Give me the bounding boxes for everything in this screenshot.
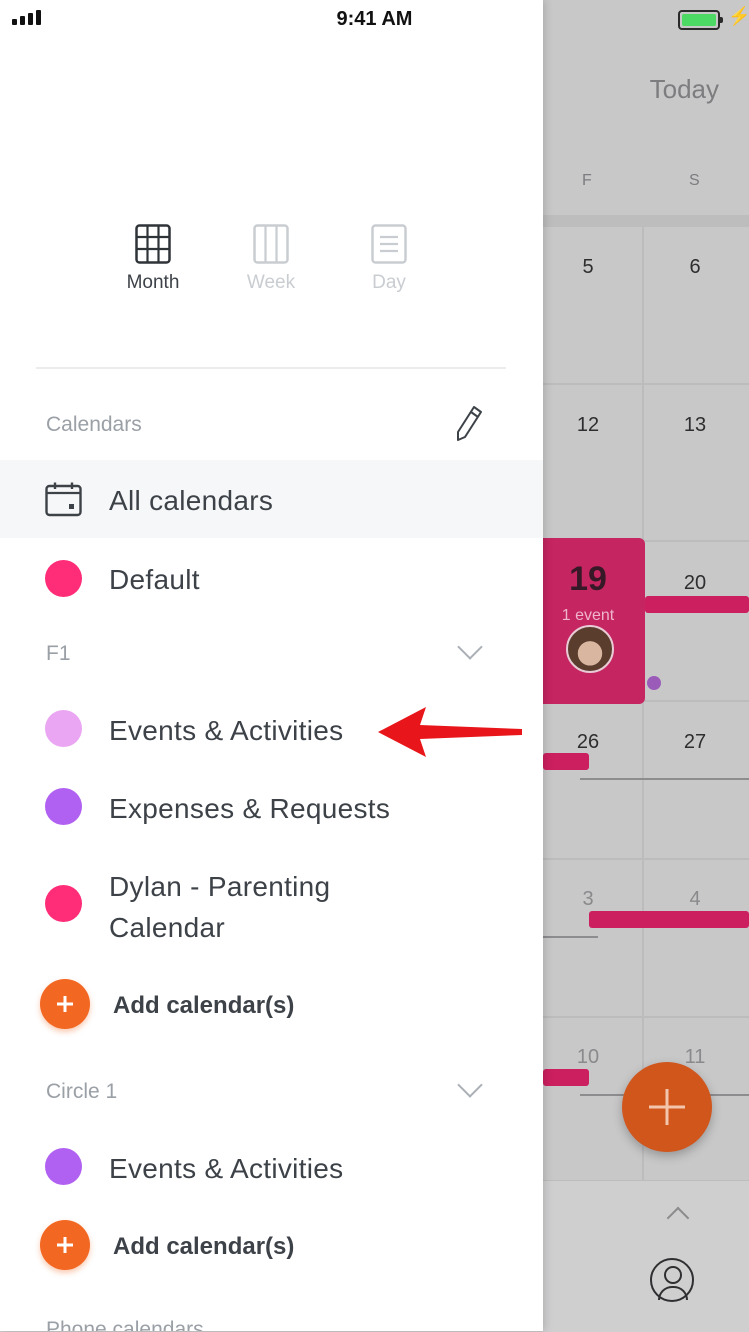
view-option-label: Day [372, 272, 406, 293]
day-cell[interactable]: 6 [689, 256, 700, 279]
status-time: 9:41 AM [336, 8, 413, 30]
chevron-down-icon[interactable] [457, 634, 483, 660]
view-option-week[interactable]: Week [231, 224, 311, 294]
header-divider [543, 215, 749, 227]
month-grid-icon [135, 224, 171, 264]
calendar-color-dot [45, 788, 82, 825]
calendar-label: Expenses & Requests [109, 793, 391, 824]
calendar-label: Events & Activities [109, 715, 344, 746]
annotation-arrow-icon [378, 707, 522, 757]
event-bar[interactable] [543, 1069, 589, 1086]
calendar-color-dot [45, 1148, 82, 1185]
add-calendar-label: Add calendar(s) [113, 992, 295, 1019]
event-bar[interactable] [645, 596, 749, 613]
calendar-color-dot [45, 560, 82, 597]
view-option-day[interactable]: Day [349, 224, 429, 294]
selected-day-number: 19 [569, 560, 607, 598]
profile-icon[interactable] [650, 1258, 694, 1302]
selected-day-event-count: 1 event [561, 607, 615, 624]
day-cell[interactable]: 4 [689, 888, 700, 911]
avatar [566, 625, 614, 673]
group-header-circle-1: Circle 1 [46, 1080, 118, 1103]
calendar-label: Events & Activities [109, 1153, 344, 1184]
day-list-icon [371, 224, 407, 264]
day-cell[interactable]: 27 [684, 731, 706, 754]
view-option-label: Month [126, 272, 180, 293]
battery-icon [678, 10, 723, 30]
add-event-fab[interactable] [622, 1062, 712, 1152]
day-cell[interactable]: 11 [685, 1046, 706, 1069]
all-calendars-label: All calendars [109, 485, 274, 516]
phone-calendars-header: Phone calendars [46, 1318, 204, 1331]
edit-pencil-icon[interactable] [454, 404, 484, 442]
calendar-color-dot [45, 710, 82, 747]
add-icon [40, 1220, 90, 1270]
week-divider [543, 1016, 749, 1018]
add-icon [40, 979, 90, 1029]
calendar-color-dot [45, 885, 82, 922]
week-columns-icon [253, 224, 289, 264]
charging-icon: ⚡ [728, 6, 749, 26]
event-line [580, 778, 749, 780]
day-cell[interactable]: 3 [582, 888, 593, 911]
chevron-down-icon[interactable] [457, 1072, 483, 1098]
day-cell[interactable]: 26 [577, 731, 599, 754]
view-option-label: Week [246, 272, 296, 293]
calendar-label-line2: Calendar [109, 912, 226, 943]
calendar-label: Dylan - Parenting [109, 871, 331, 902]
calendar-drawer: Month Week Day Calendars All calendars D… [0, 0, 543, 1331]
event-dot [647, 676, 661, 690]
day-cell[interactable]: 13 [684, 414, 706, 437]
today-button[interactable]: Today [650, 74, 719, 105]
view-option-month[interactable]: Month [113, 224, 193, 294]
day-cell[interactable]: 5 [582, 256, 593, 279]
weekday-header-friday: F [582, 172, 592, 189]
week-divider [543, 858, 749, 860]
add-calendar-label: Add calendar(s) [113, 1233, 295, 1260]
group-header-f1: F1 [46, 642, 71, 665]
day-cell[interactable]: 10 [577, 1046, 599, 1069]
event-bar[interactable] [543, 753, 589, 770]
event-bar[interactable] [589, 911, 749, 928]
event-line [543, 936, 598, 938]
week-divider [543, 383, 749, 385]
weekday-header-saturday: S [689, 172, 700, 189]
calendar-icon [45, 482, 82, 517]
day-cell[interactable]: 12 [577, 414, 599, 437]
calendars-header: Calendars [46, 413, 142, 436]
calendar-label: Default [109, 564, 200, 595]
day-cell[interactable]: 20 [684, 572, 706, 595]
bottom-bar [543, 1180, 749, 1332]
divider [36, 367, 506, 369]
all-calendars-row[interactable]: All calendars [0, 460, 543, 538]
